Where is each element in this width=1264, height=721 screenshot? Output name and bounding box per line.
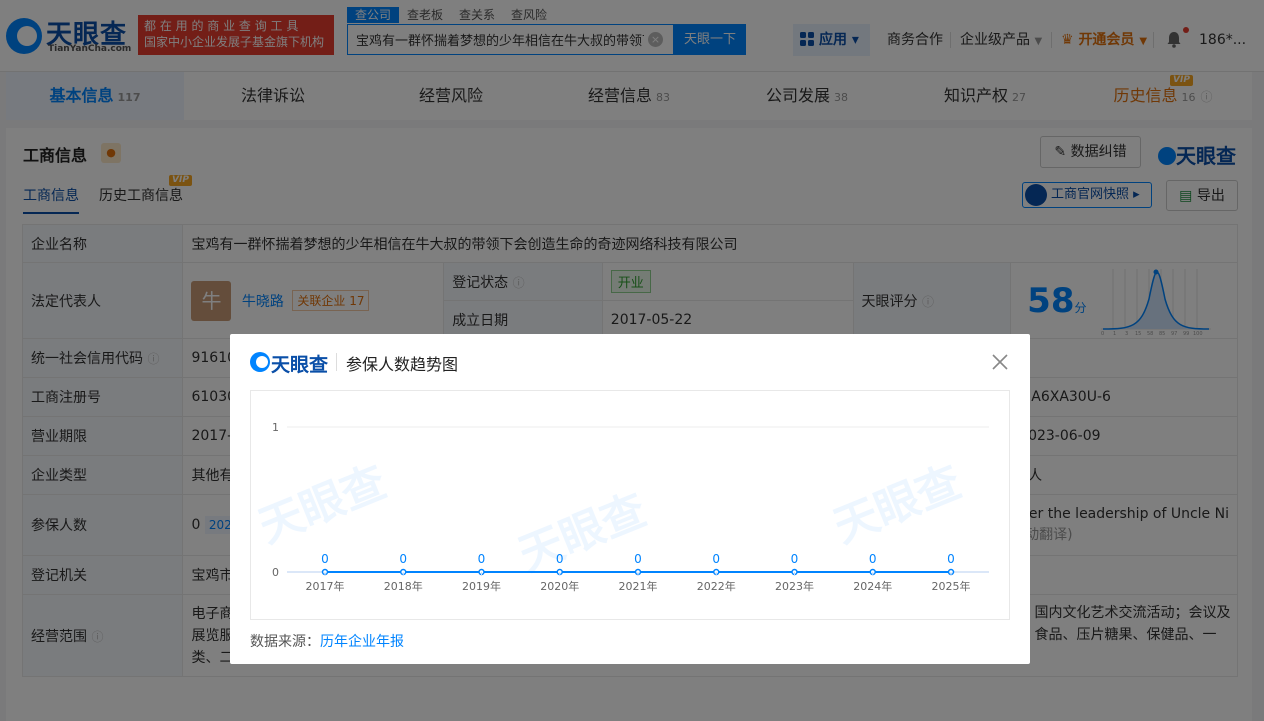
data-label: 0 xyxy=(869,552,877,566)
data-label: 0 xyxy=(947,552,955,566)
watermark: 天眼查 xyxy=(827,456,968,553)
data-label: 0 xyxy=(556,552,564,566)
source-link[interactable]: 历年企业年报 xyxy=(320,634,404,650)
y-tick-label: 1 xyxy=(272,421,279,434)
modal-logo: 天眼查 xyxy=(250,350,330,376)
y-tick-label: 0 xyxy=(272,566,279,579)
x-tick-label: 2020年 xyxy=(540,579,579,593)
insured-trend-modal: 天眼查 参保人数趋势图 天眼查 天眼查 天眼查 0 1 0 2017年 0 2018年 0 2019… xyxy=(230,334,1030,664)
data-label: 0 xyxy=(712,552,720,566)
data-label: 0 xyxy=(791,552,799,566)
watermark: 天眼查 xyxy=(512,484,653,581)
data-label: 0 xyxy=(478,552,486,566)
source-label: 数据来源： xyxy=(250,634,320,650)
data-label: 0 xyxy=(399,552,407,566)
x-tick-label: 2017年 xyxy=(306,579,345,593)
data-source: 数据来源：历年企业年报 xyxy=(250,631,404,651)
title-divider xyxy=(336,353,337,371)
x-tick-label: 2021年 xyxy=(619,579,658,593)
close-icon[interactable] xyxy=(990,352,1010,372)
x-tick-label: 2025年 xyxy=(932,579,971,593)
logo-icon xyxy=(250,352,270,372)
modal-title: 参保人数趋势图 xyxy=(346,355,459,374)
x-tick-label: 2019年 xyxy=(462,579,501,593)
insured-trend-chart: 天眼查 天眼查 天眼查0102017年02018年02019年02020年02021… xyxy=(252,421,989,593)
data-label: 0 xyxy=(321,552,329,566)
logo-text: 天眼查 xyxy=(271,354,329,376)
x-tick-label: 2023年 xyxy=(775,579,814,593)
x-tick-label: 2022年 xyxy=(697,579,736,593)
x-tick-label: 2024年 xyxy=(853,579,892,593)
data-label: 0 xyxy=(634,552,642,566)
watermark: 天眼查 xyxy=(252,456,393,553)
chart-container: 天眼查 天眼查 天眼查 0 1 0 2017年 0 2018年 0 2019年 0 2020年 0 2021… xyxy=(250,390,1010,620)
x-tick-label: 2018年 xyxy=(384,579,423,593)
